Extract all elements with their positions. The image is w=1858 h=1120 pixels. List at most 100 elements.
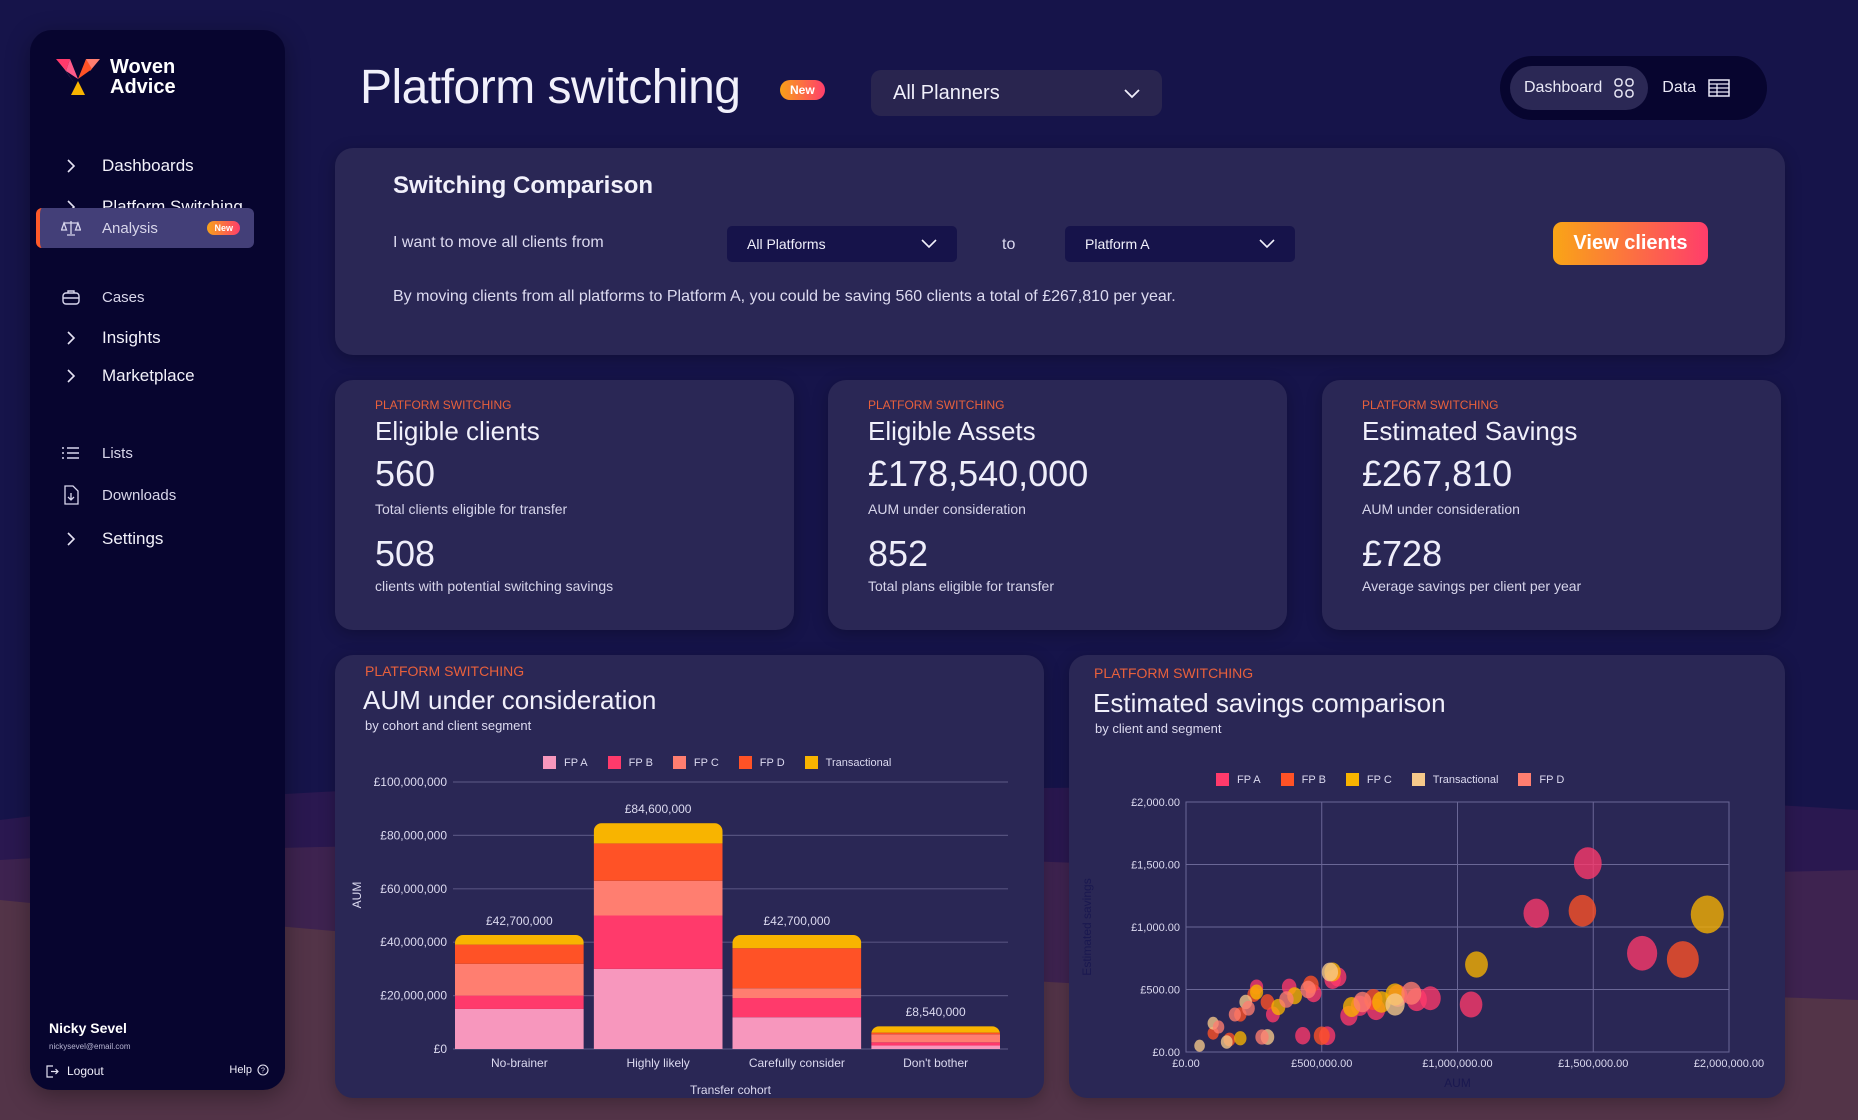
sidebar-item-insights[interactable]: Insights [36, 318, 254, 358]
point-fp-a[interactable] [1523, 898, 1549, 928]
sidebar: Woven Advice Dashboards Platform Switchi… [30, 30, 285, 1090]
list-icon [56, 446, 86, 460]
chevron-right-icon [56, 158, 86, 174]
chevron-right-icon [56, 330, 86, 346]
y-axis-title: AUM [350, 882, 364, 909]
point-fp-a[interactable] [1459, 991, 1483, 1018]
point-fp-a[interactable] [1627, 935, 1658, 971]
bar-segment-fp-b[interactable] [593, 915, 723, 969]
bar-segment-fp-b[interactable] [455, 995, 584, 1009]
brand-logo[interactable]: Woven Advice [56, 57, 176, 97]
x-tick-label: £500,000.00 [1291, 1058, 1352, 1070]
bar-segment-fp-a[interactable] [871, 1045, 1000, 1049]
bar-segment-transactional[interactable] [732, 934, 862, 949]
y-tick-label: £20,000,000 [380, 989, 447, 1003]
bar-segment-transactional[interactable] [871, 1026, 1000, 1033]
from-platform-select[interactable]: All Platforms [727, 226, 957, 262]
kpi-card-eligible-assets: PLATFORM SWITCHING Eligible Assets £178,… [828, 380, 1287, 630]
bar-segment-fp-b[interactable] [871, 1042, 1000, 1046]
sidebar-item-cases[interactable]: Cases [36, 277, 254, 317]
grid-icon [1614, 78, 1635, 98]
y-tick-label: £2,000.00 [1131, 797, 1180, 809]
bar-segment-fp-c[interactable] [593, 880, 723, 916]
y-tick-label: £80,000,000 [380, 828, 447, 842]
x-tick-label: £0.00 [1172, 1058, 1200, 1070]
point-fp-a[interactable] [1295, 1027, 1311, 1045]
x-tick-label: £1,500,000.00 [1558, 1058, 1628, 1070]
x-tick-label: £2,000,000.00 [1694, 1058, 1764, 1070]
planner-select[interactable]: All Planners [871, 70, 1162, 116]
help-button[interactable]: Help ? [229, 1064, 269, 1076]
point-fp-b[interactable] [1313, 1026, 1330, 1045]
sidebar-item-dashboards[interactable]: Dashboards [36, 146, 254, 186]
bar-segment-fp-a[interactable] [455, 1008, 584, 1049]
data-view-button[interactable]: Data [1648, 66, 1744, 110]
point-transactional[interactable] [1321, 962, 1339, 982]
point-fp-c[interactable] [1250, 984, 1264, 1000]
bar-segment-fp-c[interactable] [732, 988, 862, 999]
y-axis-title: Estimated savings [1080, 878, 1094, 975]
bar-segment-transactional[interactable] [455, 934, 584, 945]
bar-segment-fp-a[interactable] [732, 1017, 862, 1049]
point-fp-c[interactable] [1465, 951, 1488, 978]
bar-segment-fp-b[interactable] [732, 998, 862, 1018]
sidebar-item-downloads[interactable]: Downloads [36, 475, 254, 515]
y-tick-label: £1,500.00 [1131, 860, 1180, 872]
point-transactional[interactable] [1220, 1035, 1233, 1049]
bar-segment-fp-d[interactable] [732, 948, 862, 989]
bar-segment-fp-d[interactable] [455, 944, 584, 964]
chevron-down-icon [921, 236, 937, 252]
savings-scatter-chart: £0.00 £500.00 £1,000.00 £1,500.00 £2,000.00 £… [1080, 797, 1764, 1090]
sidebar-item-lists[interactable]: Lists [36, 433, 254, 473]
aum-bar-chart: £0 £20,000,000 £40,000,000 £60,000,000 £80,0… [350, 775, 1008, 1097]
bar-group-don-t-bother[interactable] [871, 1026, 1000, 1049]
user-email: nickysevel@email.com [49, 1042, 131, 1051]
bar-total-label: £84,600,000 [625, 802, 692, 816]
svg-text:?: ? [261, 1068, 265, 1075]
point-fp-c[interactable] [1234, 1031, 1247, 1046]
point-fp-b[interactable] [1568, 894, 1597, 927]
chevron-down-icon [1124, 82, 1140, 105]
point-fp-d[interactable] [1242, 1000, 1255, 1016]
x-tick-label: Don't bother [903, 1056, 968, 1070]
kpi-value: 560 [375, 453, 436, 494]
chevron-down-icon [1259, 236, 1275, 252]
y-tick-label: £0 [434, 1042, 448, 1056]
bar-segment-transactional[interactable] [593, 823, 723, 844]
comparison-to-text: to [1002, 236, 1016, 253]
point-transactional[interactable] [1194, 1039, 1205, 1052]
bar-segment-fp-c[interactable] [455, 963, 584, 996]
logout-button[interactable]: Logout [46, 1064, 104, 1078]
point-fp-a[interactable] [1419, 986, 1441, 1011]
sidebar-item-settings[interactable]: Settings [36, 519, 254, 559]
bar-segment-fp-d[interactable] [593, 843, 723, 881]
to-platform-select[interactable]: Platform A [1065, 226, 1295, 262]
bar-segment-fp-a[interactable] [593, 968, 723, 1049]
point-fp-d[interactable] [1212, 1020, 1225, 1034]
point-transactional[interactable] [1385, 993, 1405, 1016]
point-fp-a[interactable] [1573, 847, 1602, 880]
bar-group-highly-likely[interactable] [593, 823, 723, 1049]
point-fp-b[interactable] [1666, 941, 1699, 978]
bar-segment-fp-c[interactable] [871, 1034, 1000, 1043]
point-fp-d[interactable] [1401, 981, 1422, 1005]
view-clients-button[interactable]: View clients [1553, 222, 1708, 265]
x-axis-title: Transfer cohort [690, 1083, 772, 1097]
point-fp-d[interactable] [1300, 980, 1316, 999]
point-fp-d[interactable] [1279, 991, 1294, 1008]
sidebar-item-analysis[interactable]: Analysis New [36, 208, 254, 248]
point-fp-c[interactable] [1690, 895, 1724, 934]
x-tick-label: Highly likely [626, 1056, 689, 1070]
bar-segment-fp-d[interactable] [871, 1032, 1000, 1035]
point-fp-d[interactable] [1255, 1029, 1269, 1045]
point-fp-d[interactable] [1228, 1007, 1241, 1022]
point-fp-d[interactable] [1353, 991, 1372, 1013]
sidebar-item-marketplace[interactable]: Marketplace [36, 356, 254, 396]
y-tick-label: £1,000.00 [1131, 922, 1180, 934]
scales-icon [56, 220, 86, 236]
bar-group-carefully-consider[interactable] [732, 934, 862, 1049]
dashboard-view-button[interactable]: Dashboard [1510, 66, 1649, 110]
bar-group-no-brainer[interactable] [455, 934, 584, 1049]
y-tick-label: £500.00 [1140, 985, 1180, 997]
bar-total-label: £8,540,000 [906, 1005, 966, 1019]
